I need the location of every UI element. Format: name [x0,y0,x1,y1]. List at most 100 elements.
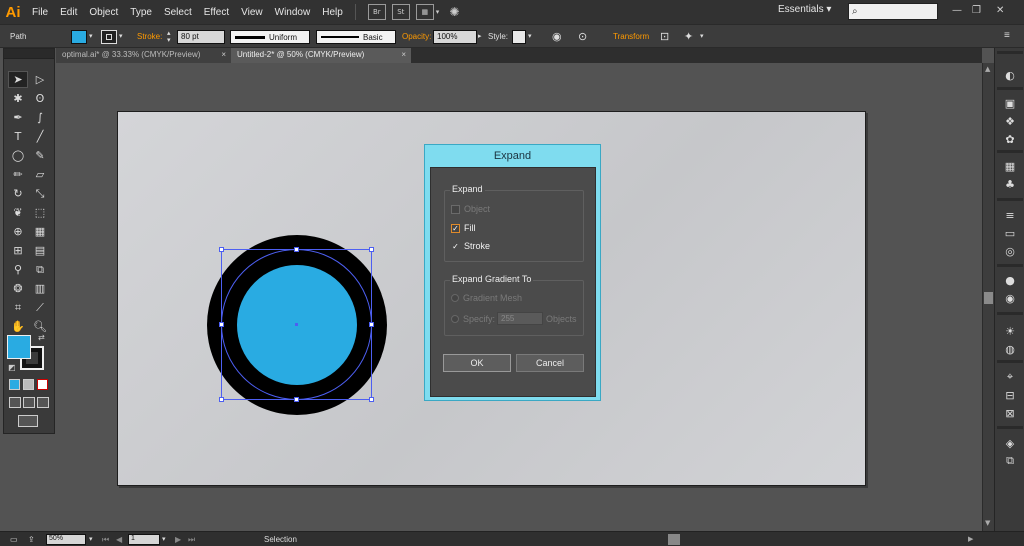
stock-icon[interactable]: St [391,4,410,20]
transform-link[interactable]: Transform [613,32,649,46]
eyedropper-tool-icon[interactable]: ⚲ [8,261,28,278]
menu-window[interactable]: Window [269,7,317,18]
cancel-button[interactable]: Cancel [516,354,584,372]
stroke-weight-stepper-icon[interactable]: ▴ ▾ [167,30,171,44]
arrange-dropdown-arrow-icon[interactable]: ▾ [436,8,440,16]
resize-handle[interactable] [219,247,224,252]
tab-untitled-2[interactable]: Untitled-2* @ 50% (CMYK/Preview) × [231,48,411,63]
gradient-tool-icon[interactable]: ▤ [30,242,50,259]
scroll-right-icon[interactable]: ▶ [968,535,973,543]
menu-edit[interactable]: Edit [54,7,83,18]
scale-tool-icon[interactable]: ⤡ [30,185,50,202]
stroke-weight-field[interactable]: 80 pt [177,30,225,44]
draw-inside-icon[interactable] [37,397,49,408]
pen-tool-icon[interactable]: ✒ [8,109,28,126]
zoom-field[interactable]: 50% [46,534,86,545]
fill-dropdown-arrow-icon[interactable]: ▾ [89,32,93,46]
default-fill-stroke-icon[interactable]: ◩ [8,363,16,372]
menu-select[interactable]: Select [158,7,198,18]
tab-optimal[interactable]: optimal.ai* @ 33.33% (CMYK/Preview) × [56,48,231,63]
rotate-tool-icon[interactable]: ↻ [8,185,28,202]
blend-tool-icon[interactable]: ⧉ [30,261,50,278]
stroke-swatch[interactable] [101,30,117,44]
scroll-down-icon[interactable]: ▼ [985,519,990,527]
current-tool-status[interactable]: Selection [264,535,297,544]
artboards-panel-icon[interactable]: ⧉ [1003,454,1017,468]
arrange-documents-icon[interactable]: ▦ [415,4,434,20]
curvature-tool-icon[interactable]: ∫ [30,109,50,126]
zoom-dropdown-arrow-icon[interactable]: ▾ [89,535,93,543]
graphic-style-swatch[interactable] [512,30,526,44]
slice-tool-icon[interactable]: ⟋ [30,299,50,316]
swap-fill-stroke-icon[interactable]: ⇄ [38,333,45,342]
gradient-panel-icon[interactable]: ▭ [1003,226,1017,240]
stroke-option[interactable]: ✓ Stroke [451,241,490,251]
menu-help[interactable]: Help [316,7,349,18]
artboard-number-field[interactable]: 1 [128,534,160,545]
dialog-title[interactable]: Expand [425,145,600,167]
transparency-panel-icon[interactable]: ◎ [1003,244,1017,258]
asset-export-panel-icon[interactable]: ⊠ [1003,406,1017,420]
perspective-grid-tool-icon[interactable]: ▦ [30,223,50,240]
color-guide-icon[interactable]: ▣ [1003,96,1017,110]
style-dropdown-arrow-icon[interactable]: ▾ [528,32,532,46]
stroke-panel-icon[interactable]: ≡ [1003,208,1017,222]
mesh-tool-icon[interactable]: ⊞ [8,242,28,259]
first-artboard-icon[interactable]: ⏮ [102,535,109,545]
stroke-label[interactable]: Stroke: [137,32,162,46]
shape-builder-tool-icon[interactable]: ⊕ [8,223,28,240]
pathfinder-panel-icon[interactable]: ◍ [1003,342,1017,356]
vertical-scrollbar[interactable]: ▲ ▼ [982,63,994,531]
draw-behind-icon[interactable] [23,397,35,408]
menu-object[interactable]: Object [83,7,124,18]
resize-handle[interactable] [294,247,299,252]
resize-handle[interactable] [219,322,224,327]
help-search-input[interactable]: ⌕ [848,3,938,20]
align-panel-icon[interactable]: ☀ [1003,324,1017,338]
horizontal-scroll-thumb[interactable] [668,534,680,545]
pencil-tool-icon[interactable]: ✏ [8,166,28,183]
menu-file[interactable]: File [26,7,54,18]
symbols-panel-icon[interactable]: ♣ [1003,177,1017,191]
menu-effect[interactable]: Effect [198,7,235,18]
navigator-panel-icon[interactable]: ⊟ [1003,388,1017,402]
paintbrush-tool-icon[interactable]: ✎ [30,147,50,164]
symbol-sprayer-tool-icon[interactable]: ❂ [8,280,28,297]
artboard-dropdown-arrow-icon[interactable]: ▾ [162,535,166,543]
warp-tool-icon[interactable]: ❦ [8,204,28,221]
tools-panel-header[interactable] [4,49,54,59]
menu-type[interactable]: Type [124,7,158,18]
type-tool-icon[interactable]: T [8,128,28,145]
gradient-mode-icon[interactable] [23,379,34,390]
artboard-tool-icon[interactable]: ⌗ [8,299,28,316]
brush-definition-dropdown[interactable]: Basic [316,30,396,44]
color-mode-icon[interactable] [9,379,20,390]
close-button[interactable]: ✕ [996,5,1004,16]
tab-close-icon[interactable]: × [221,50,226,59]
tab-close-icon[interactable]: × [401,50,406,59]
libraries-panel-icon[interactable]: ▦ [1003,159,1017,173]
resize-handle[interactable] [369,247,374,252]
ok-button[interactable]: OK [443,354,511,372]
stroke-dropdown-arrow-icon[interactable]: ▾ [119,32,123,46]
align-icon[interactable]: ⊙ [578,30,587,44]
fill-checkbox[interactable]: ✓ [451,223,460,233]
fill-option[interactable]: ✓ Fill [451,223,476,233]
eraser-tool-icon[interactable]: ▱ [30,166,50,183]
scroll-up-icon[interactable]: ▲ [985,65,990,73]
dock-grip[interactable] [997,360,1023,363]
recolor-artwork-icon[interactable]: ◉ [552,30,562,44]
resize-handle[interactable] [369,322,374,327]
selection-tool-icon[interactable]: ➤ [8,71,28,88]
dock-grip[interactable] [997,312,1023,315]
next-artboard-icon[interactable]: ▶ [175,535,181,544]
status-export-icon[interactable]: ⇪ [28,535,35,544]
appearance-panel-icon[interactable]: ● [1003,273,1017,287]
color-panel-icon[interactable]: ◐ [1003,68,1017,82]
dock-grip[interactable] [997,51,1023,54]
gpu-performance-icon[interactable]: ✺ [449,5,459,19]
restore-button[interactable]: ❐ [972,5,981,16]
workspace-switcher[interactable]: Essentials ▾ [778,4,831,15]
line-tool-icon[interactable]: ╱ [30,128,50,145]
graphic-styles-panel-icon[interactable]: ◉ [1003,291,1017,305]
